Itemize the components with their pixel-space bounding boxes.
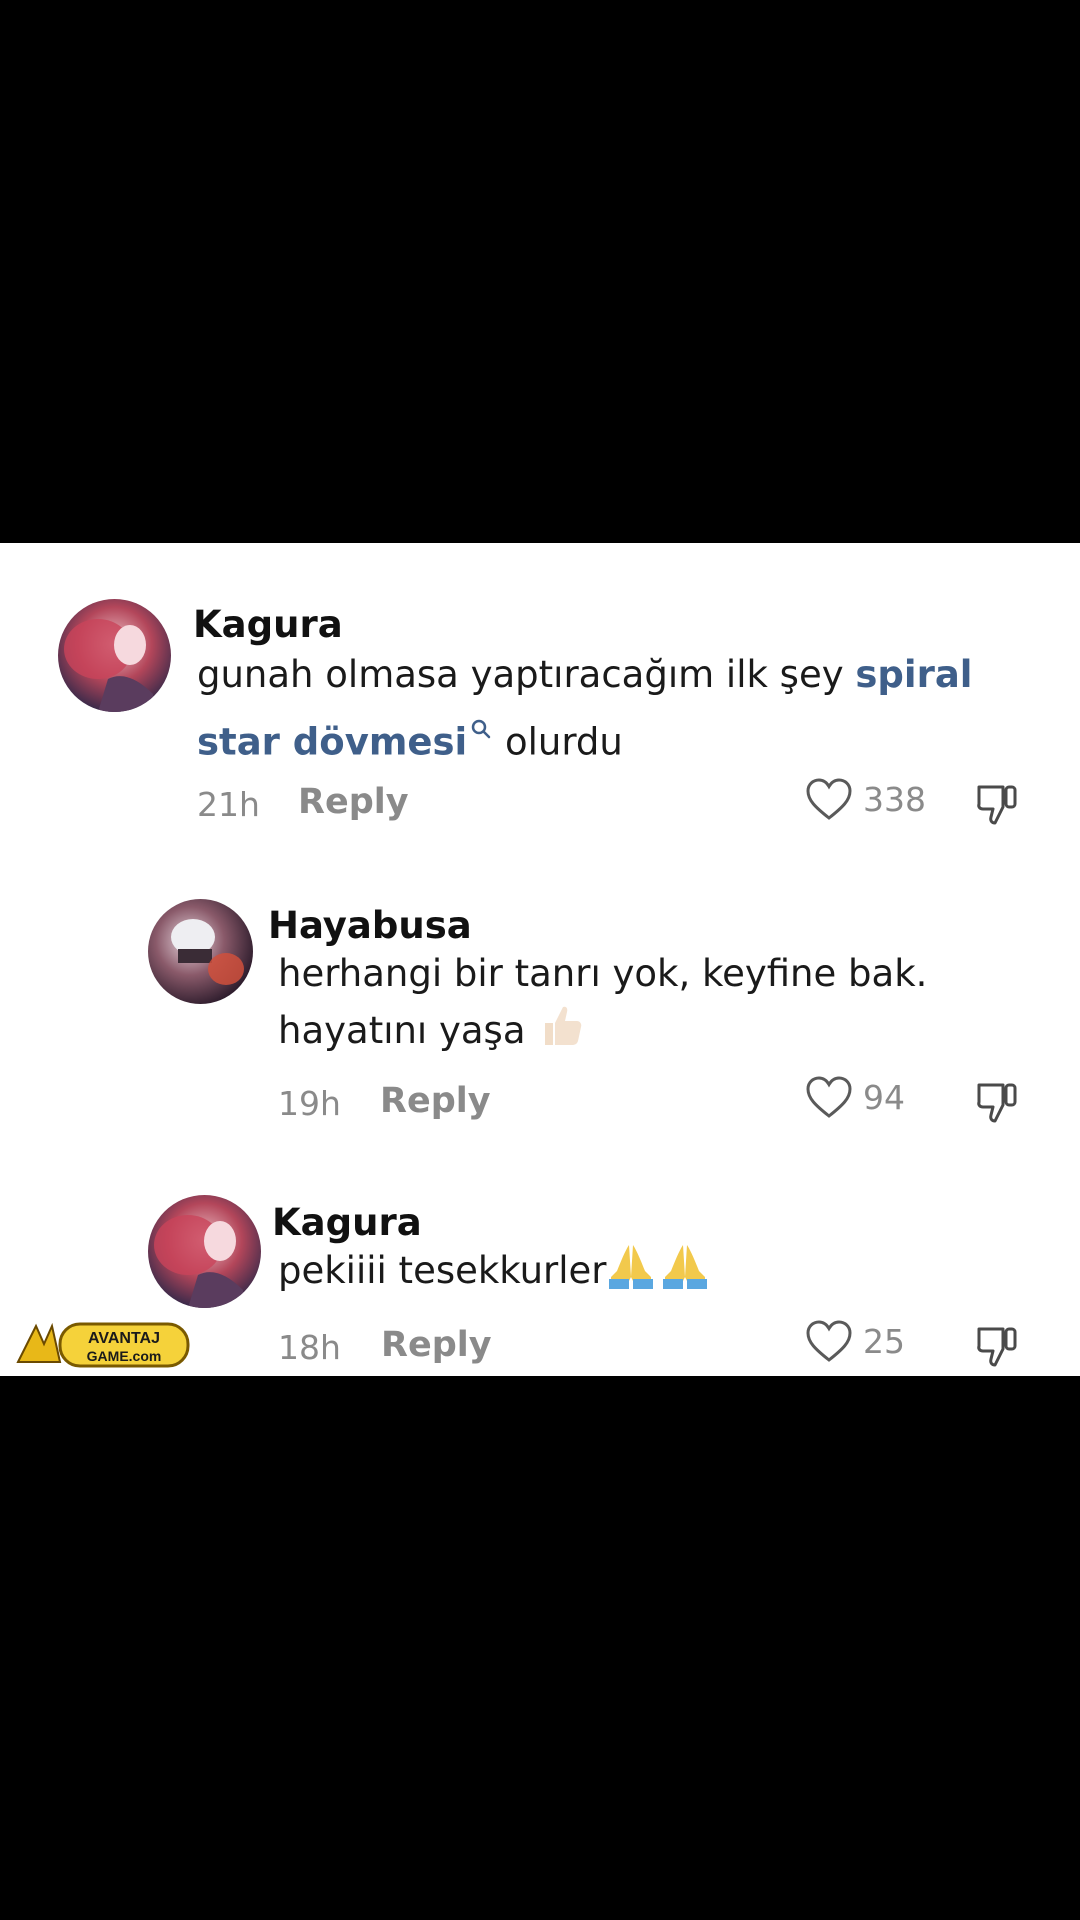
hayabusa-avatar[interactable]: [148, 899, 253, 1004]
watermark-logo: AVANTAJ GAME.com: [14, 1318, 192, 1378]
kagura-avatar[interactable]: [58, 599, 171, 712]
comment-text-part: olurdu: [493, 720, 623, 764]
svg-text:GAME.com: GAME.com: [87, 1348, 162, 1364]
search-link[interactable]: star dövmesi: [197, 720, 467, 763]
folded-hands-emoji: [607, 1241, 711, 1304]
like-count: 94: [863, 1077, 905, 1117]
comment-time: 18h: [278, 1328, 341, 1367]
comment-text: herhangi bir tanrı yok, keyfine bak. hay…: [278, 947, 927, 1064]
thumbs-down-icon: [977, 785, 1017, 825]
comment-username[interactable]: Kagura: [272, 1201, 422, 1244]
comment-time: 21h: [197, 785, 260, 824]
search-icon[interactable]: [469, 702, 493, 756]
thumbs-down-icon: [977, 1327, 1017, 1367]
comment-text-part: gunah olmasa yaptıracağım ilk şey: [197, 653, 856, 696]
comment-2: Hayabusa herhangi bir tanrı yok, keyfine…: [0, 823, 1080, 1123]
comments-panel: Kagura gunah olmasa yaptıracağım ilk şey…: [0, 543, 1080, 1376]
comment-1: Kagura gunah olmasa yaptıracağım ilk şey…: [0, 543, 1080, 825]
heart-icon: [806, 778, 852, 820]
reply-button[interactable]: Reply: [381, 1325, 492, 1365]
heart-icon: [806, 1320, 852, 1362]
comment-text-line: hayatını yaşa: [278, 1009, 526, 1052]
comment-username[interactable]: Hayabusa: [268, 904, 472, 947]
kagura-avatar[interactable]: [148, 1195, 261, 1308]
search-link[interactable]: spiral: [855, 653, 972, 696]
like-button[interactable]: 25: [805, 1319, 905, 1363]
svg-text:AVANTAJ: AVANTAJ: [88, 1330, 160, 1347]
like-count: 338: [863, 779, 926, 819]
comment-text-line: pekiiii tesekkurler: [278, 1249, 607, 1292]
like-count: 25: [863, 1321, 905, 1361]
reply-button[interactable]: Reply: [298, 782, 409, 822]
like-button[interactable]: 338: [805, 777, 926, 821]
comment-text: gunah olmasa yaptıracağım ilk şey spiral…: [197, 648, 972, 769]
dislike-button[interactable]: [973, 1321, 1021, 1373]
comment-text-line: herhangi bir tanrı yok, keyfine bak.: [278, 952, 928, 995]
comment-text: pekiiii tesekkurler: [278, 1241, 711, 1304]
thumbs-up-emoji: [537, 1001, 585, 1064]
comment-username[interactable]: Kagura: [193, 603, 343, 646]
